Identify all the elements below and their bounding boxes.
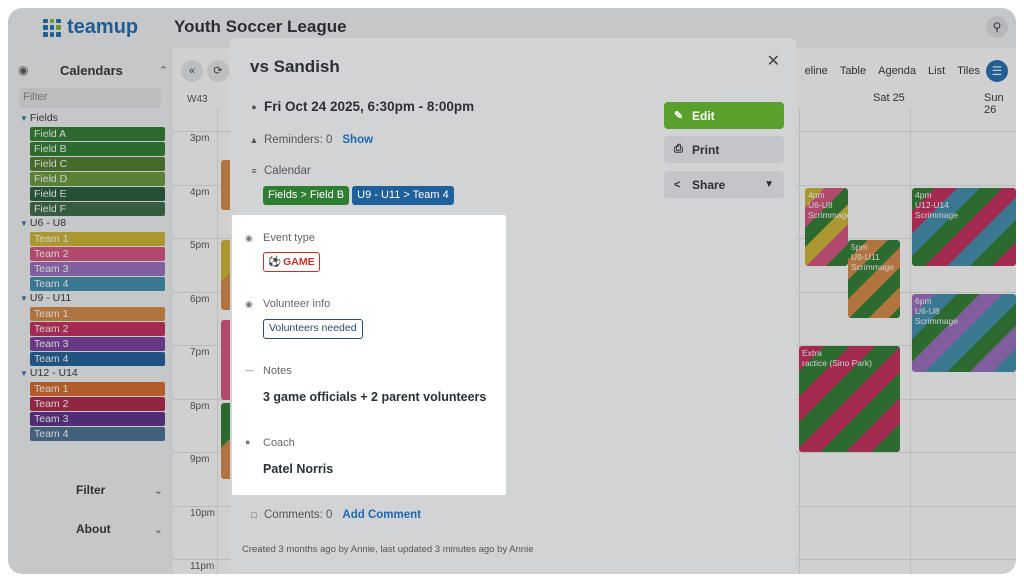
calendar-chip: U9 - U11 > Team 4 xyxy=(352,186,454,205)
calendar-chip: Fields > Field B xyxy=(263,186,350,205)
event-footer: Created 3 months ago by Annie, last upda… xyxy=(242,544,534,555)
pencil-icon: ✎ xyxy=(674,110,684,122)
close-icon[interactable]: ✕ xyxy=(767,51,780,71)
printer-icon: ⎙ xyxy=(674,143,683,155)
calendar-label: Calendar xyxy=(264,165,311,177)
app-window: teamup Youth Soccer League ⚲ ◉ Calendars… xyxy=(8,8,1016,574)
coach-label: Coach xyxy=(263,437,295,449)
radio-icon: ◉ xyxy=(245,233,253,243)
event-datetime-row: ● Fri Oct 24 2025, 6:30pm - 8:00pm xyxy=(244,99,474,114)
soccer-ball-icon: ⚽ xyxy=(268,255,282,268)
event-type-label: Event type xyxy=(263,232,315,244)
volunteer-badge: Volunteers needed xyxy=(263,319,363,339)
event-type-badge: ⚽ GAME xyxy=(263,252,320,272)
calendar-row: ≡ Calendar xyxy=(244,165,311,177)
bell-icon: ▲ xyxy=(249,135,259,145)
event-detail-modal: vs Sandish ✕ ● Fri Oct 24 2025, 6:30pm -… xyxy=(230,38,796,572)
chevron-down-icon: ▼ xyxy=(764,179,774,190)
share-button[interactable]: < Share ▼ xyxy=(664,171,784,198)
event-datetime: Fri Oct 24 2025, 6:30pm - 8:00pm xyxy=(264,99,475,114)
edit-button[interactable]: ✎ Edit xyxy=(664,102,784,129)
event-title: vs Sandish xyxy=(250,57,340,76)
coach-value: Patel Norris xyxy=(263,462,334,476)
notes-value: 3 game officials + 2 parent volunteers xyxy=(263,390,487,404)
comments-row: □ Comments: 0 Add Comment xyxy=(244,509,421,521)
volunteer-info-label: Volunteer info xyxy=(263,298,331,310)
list-icon: ≡ xyxy=(251,166,257,176)
comments-label: Comments: 0 xyxy=(264,509,333,521)
person-icon: ● xyxy=(245,437,251,447)
reminders-label: Reminders: 0 xyxy=(264,134,333,146)
clock-icon: ● xyxy=(251,101,257,112)
radio-icon: ◉ xyxy=(245,299,253,309)
calendar-chips: Fields > Field B U9 - U11 > Team 4 xyxy=(263,186,457,205)
dash-icon: — xyxy=(245,365,254,375)
show-reminders-link[interactable]: Show xyxy=(342,134,373,146)
reminders-row: ▲ Reminders: 0 Show xyxy=(244,134,374,146)
print-button[interactable]: ⎙ Print xyxy=(664,136,784,163)
share-icon: < xyxy=(674,178,681,191)
add-comment-link[interactable]: Add Comment xyxy=(342,509,421,521)
notes-label: Notes xyxy=(263,365,292,377)
comment-icon: □ xyxy=(251,510,257,520)
